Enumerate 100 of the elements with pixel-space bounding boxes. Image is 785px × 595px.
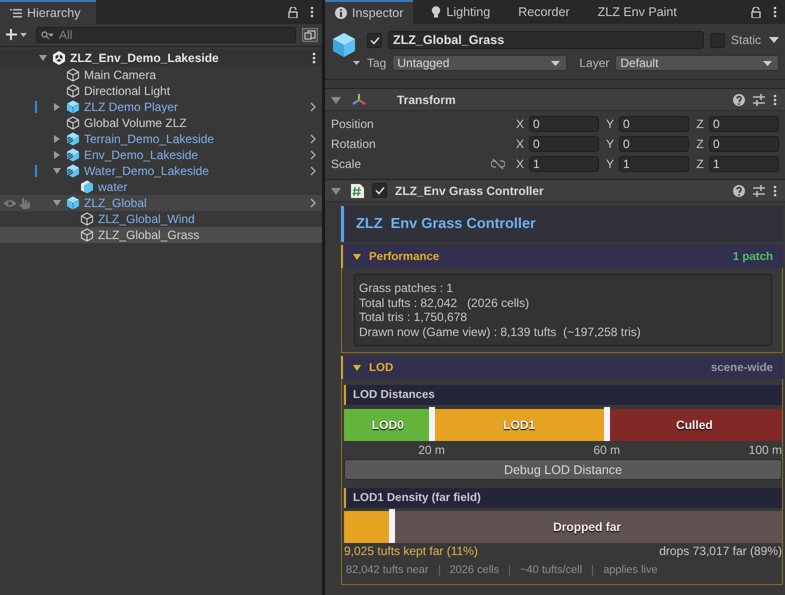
list-icon bbox=[10, 8, 22, 18]
more-icon[interactable] bbox=[773, 94, 777, 106]
help-icon[interactable] bbox=[733, 184, 745, 196]
more-icon[interactable] bbox=[773, 6, 777, 18]
model-icon bbox=[80, 180, 94, 194]
tree-item[interactable]: ZLZ Demo Player bbox=[0, 99, 322, 115]
foldout-arrow-icon[interactable] bbox=[353, 364, 361, 372]
tree-toggle[interactable] bbox=[52, 102, 62, 112]
add-button[interactable] bbox=[4, 29, 30, 41]
component-header[interactable]: Transform bbox=[325, 88, 785, 111]
property-label: Rotation bbox=[331, 137, 377, 151]
axis-label: Z bbox=[695, 137, 705, 151]
caret-icon bbox=[763, 60, 772, 66]
caret-icon[interactable] bbox=[769, 37, 779, 43]
settings-icon[interactable] bbox=[753, 184, 765, 196]
tree-item[interactable]: ZLZ_Env_Demo_Lakeside bbox=[0, 49, 322, 67]
tree-item[interactable]: Terrain_Demo_Lakeside bbox=[0, 131, 322, 147]
layer-label: Layer bbox=[579, 56, 610, 70]
inspector-tab[interactable]: Lighting bbox=[421, 0, 500, 24]
property-label: Scale bbox=[331, 157, 362, 171]
enabled-checkbox[interactable] bbox=[372, 183, 387, 198]
checkmark-icon bbox=[370, 36, 380, 44]
unlinked-icon[interactable] bbox=[491, 159, 505, 169]
axes-icon bbox=[351, 92, 367, 106]
scene-icon bbox=[52, 51, 66, 65]
cube-outline-icon bbox=[66, 84, 80, 98]
footer-stat: applies live bbox=[603, 564, 658, 576]
subsection-header: LOD1 Density (far field) bbox=[344, 488, 782, 508]
foldout-arrow-icon[interactable] bbox=[331, 94, 341, 104]
settings-icon[interactable] bbox=[753, 94, 765, 106]
inspector-tab[interactable]: Recorder bbox=[508, 0, 580, 24]
tick-label: 100 m bbox=[748, 443, 782, 457]
tree-item[interactable]: ZLZ_Global_Grass bbox=[0, 227, 322, 243]
section-header[interactable]: Performance 1 patch bbox=[341, 245, 783, 268]
foldout-arrow-icon[interactable] bbox=[353, 252, 361, 260]
cube-icon[interactable] bbox=[331, 32, 361, 66]
cube-outline-icon bbox=[66, 68, 80, 82]
number-field[interactable]: 0 bbox=[529, 136, 599, 152]
tree-item[interactable]: Global Volume ZLZ bbox=[0, 115, 322, 131]
debug-lod-button[interactable]: Debug LOD Distance bbox=[344, 459, 782, 480]
tree-toggle[interactable] bbox=[52, 150, 62, 160]
number-field[interactable]: 1 bbox=[619, 156, 689, 172]
tree-item[interactable]: ZLZ_Global_Wind bbox=[0, 211, 322, 227]
axis-label: Z bbox=[695, 117, 705, 131]
script-icon bbox=[351, 184, 364, 198]
scene-view-icon[interactable] bbox=[302, 28, 318, 42]
footer-stat: 2026 cells bbox=[450, 564, 500, 576]
number-field[interactable]: 0 bbox=[529, 116, 599, 132]
property-label: Position bbox=[331, 117, 375, 131]
component-header[interactable]: ZLZ_Env Grass Controller bbox=[325, 179, 785, 202]
static-checkbox[interactable] bbox=[710, 32, 725, 48]
tree-item[interactable]: ZLZ_Global bbox=[0, 195, 322, 211]
active-checkbox[interactable] bbox=[367, 32, 382, 48]
lod-segment: LOD0 bbox=[344, 409, 432, 441]
stat-line: Grass patches : 1 bbox=[359, 281, 454, 296]
layer-dropdown[interactable]: Default bbox=[615, 55, 779, 71]
hierarchy-tab[interactable]: Hierarchy bbox=[0, 0, 96, 24]
footer-stat: 82,042 tufts near bbox=[346, 564, 429, 576]
info-icon bbox=[335, 7, 347, 19]
axis-label: Y bbox=[604, 117, 615, 131]
more-icon[interactable] bbox=[773, 184, 777, 196]
axis-label: Y bbox=[604, 157, 615, 171]
help-icon[interactable] bbox=[733, 94, 745, 106]
number-field[interactable]: 0 bbox=[619, 116, 689, 132]
tree-item[interactable]: water bbox=[0, 179, 322, 195]
tree-toggle[interactable] bbox=[38, 53, 48, 63]
foldout-arrow-icon[interactable] bbox=[331, 186, 341, 196]
tree-toggle[interactable] bbox=[52, 198, 62, 208]
more-icon[interactable] bbox=[312, 52, 316, 64]
number-field[interactable]: 1 bbox=[709, 156, 779, 172]
chevron-right-icon[interactable] bbox=[310, 102, 316, 112]
search-field[interactable]: All bbox=[36, 27, 296, 43]
tree-toggle[interactable] bbox=[52, 166, 62, 176]
component-banner: ZLZ Env Grass Controller bbox=[341, 206, 783, 242]
caret-icon bbox=[551, 60, 560, 66]
tree-item[interactable]: Water_Demo_Lakeside bbox=[0, 163, 322, 179]
subsection-header: LOD Distances bbox=[344, 385, 782, 405]
name-field[interactable]: ZLZ_Global_Grass bbox=[388, 31, 704, 49]
stat-line: Total tris : 1,750,678 bbox=[359, 310, 468, 324]
tree-toggle[interactable] bbox=[52, 134, 62, 144]
number-field[interactable]: 1 bbox=[529, 156, 599, 172]
slider-handle[interactable] bbox=[389, 509, 396, 543]
section-header[interactable]: LOD scene-wide bbox=[341, 356, 783, 379]
number-field[interactable]: 0 bbox=[619, 136, 689, 152]
inspector-tab[interactable]: ZLZ Env Paint bbox=[588, 0, 687, 24]
chevron-right-icon[interactable] bbox=[310, 198, 316, 208]
tree-item[interactable]: Env_Demo_Lakeside bbox=[0, 147, 322, 163]
tree-item[interactable]: Directional Light bbox=[0, 83, 322, 99]
inspector-tab[interactable]: Inspector bbox=[325, 0, 414, 24]
lock-icon[interactable] bbox=[288, 6, 298, 18]
tag-label: Tag bbox=[367, 56, 386, 70]
number-field[interactable]: 0 bbox=[709, 116, 779, 132]
tree-item[interactable]: Main Camera bbox=[0, 67, 322, 83]
tick-label: 20 m bbox=[418, 443, 445, 457]
axis-label: Y bbox=[604, 137, 615, 151]
tag-dropdown[interactable]: Untagged bbox=[392, 55, 568, 71]
number-field[interactable]: 0 bbox=[709, 136, 779, 152]
striped-cube-icon bbox=[66, 132, 80, 146]
lock-icon[interactable] bbox=[751, 6, 761, 18]
more-icon[interactable] bbox=[310, 6, 314, 18]
